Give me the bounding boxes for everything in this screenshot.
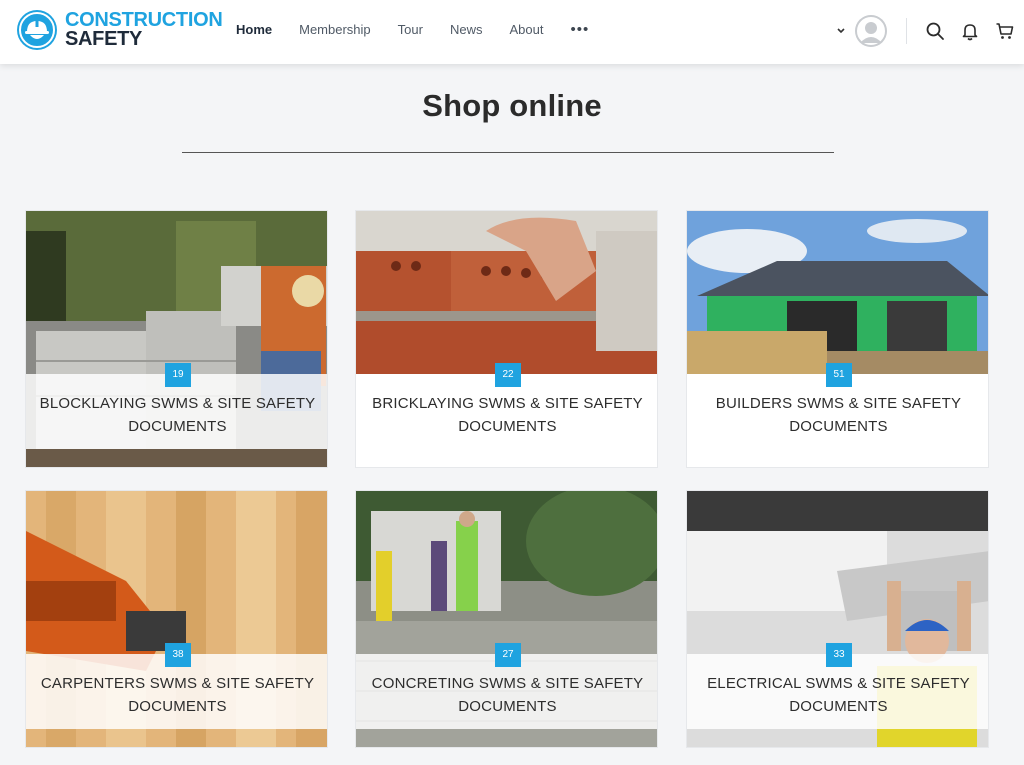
nav-news[interactable]: News — [450, 22, 483, 37]
chevron-down-icon[interactable] — [835, 22, 847, 40]
bell-icon[interactable] — [960, 21, 980, 41]
document-count-badge: 27 — [495, 643, 521, 667]
document-count-badge: 51 — [826, 363, 852, 387]
card-title-line-1: CARPENTERS SWMS & SITE SAFETY — [40, 675, 315, 692]
card-title-line-2: DOCUMENTS — [789, 698, 888, 715]
category-card-electrical[interactable]: 33 ELECTRICAL SWMS & SITE SAFETY DOCUMEN… — [686, 490, 989, 748]
card-title-line-2: DOCUMENTS — [128, 698, 227, 715]
card-title: ELECTRICAL SWMS & SITE SAFETY DOCUMENTS — [687, 672, 988, 718]
nav-home[interactable]: Home — [236, 22, 272, 37]
site-header: CONSTRUCTION SAFETY Home Membership Tour… — [0, 0, 1024, 64]
nav-about[interactable]: About — [509, 22, 543, 37]
document-count-badge: 19 — [165, 363, 191, 387]
site-logo[interactable]: CONSTRUCTION SAFETY — [17, 10, 223, 50]
category-card-bricklaying[interactable]: 22 BRICKLAYING SWMS & SITE SAFETY DOCUME… — [355, 210, 658, 468]
document-count-badge: 33 — [826, 643, 852, 667]
search-icon[interactable] — [925, 21, 945, 41]
card-title-line-1: CONCRETING SWMS & SITE SAFETY — [371, 675, 644, 692]
card-title: CARPENTERS SWMS & SITE SAFETY DOCUMENTS — [26, 672, 327, 718]
nav-tour[interactable]: Tour — [398, 22, 423, 37]
category-card-blocklaying[interactable]: 19 BLOCKLAYING SWMS & SITE SAFETY DOCUME… — [25, 210, 328, 468]
document-count-badge: 38 — [165, 643, 191, 667]
avatar[interactable] — [855, 15, 887, 47]
more-menu-icon[interactable]: ••• — [570, 22, 589, 37]
main-nav: Home Membership Tour News About ••• — [236, 22, 589, 37]
category-card-builders[interactable]: 51 BUILDERS SWMS & SITE SAFETY DOCUMENTS — [686, 210, 989, 468]
category-card-carpenters[interactable]: 38 CARPENTERS SWMS & SITE SAFETY DOCUMEN… — [25, 490, 328, 748]
card-image — [356, 211, 657, 374]
page-title: Shop online — [422, 88, 602, 123]
card-title: BUILDERS SWMS & SITE SAFETY DOCUMENTS — [687, 392, 988, 438]
card-title: BLOCKLAYING SWMS & SITE SAFETY DOCUMENTS — [26, 392, 327, 438]
card-title-line-1: BLOCKLAYING SWMS & SITE SAFETY — [39, 395, 316, 412]
card-image — [687, 211, 988, 374]
card-title-line-2: DOCUMENTS — [458, 698, 557, 715]
card-title-line-1: ELECTRICAL SWMS & SITE SAFETY — [707, 675, 970, 692]
card-title: BRICKLAYING SWMS & SITE SAFETY DOCUMENTS — [356, 392, 657, 438]
document-count-badge: 22 — [495, 363, 521, 387]
card-title-line-1: BUILDERS SWMS & SITE SAFETY — [715, 395, 962, 412]
card-title: CONCRETING SWMS & SITE SAFETY DOCUMENTS — [356, 672, 657, 718]
brand-line-2: SAFETY — [65, 28, 143, 50]
nav-membership[interactable]: Membership — [299, 22, 371, 37]
card-title-line-2: DOCUMENTS — [458, 418, 557, 435]
category-card-concreting[interactable]: 27 CONCRETING SWMS & SITE SAFETY DOCUMEN… — [355, 490, 658, 748]
card-title-line-1: BRICKLAYING SWMS & SITE SAFETY — [372, 395, 643, 412]
hard-hat-logo-icon — [17, 10, 57, 50]
card-title-line-2: DOCUMENTS — [789, 418, 888, 435]
card-title-line-2: DOCUMENTS — [128, 418, 227, 435]
title-divider — [182, 152, 834, 153]
cart-icon[interactable] — [995, 21, 1015, 41]
header-divider — [906, 18, 907, 44]
